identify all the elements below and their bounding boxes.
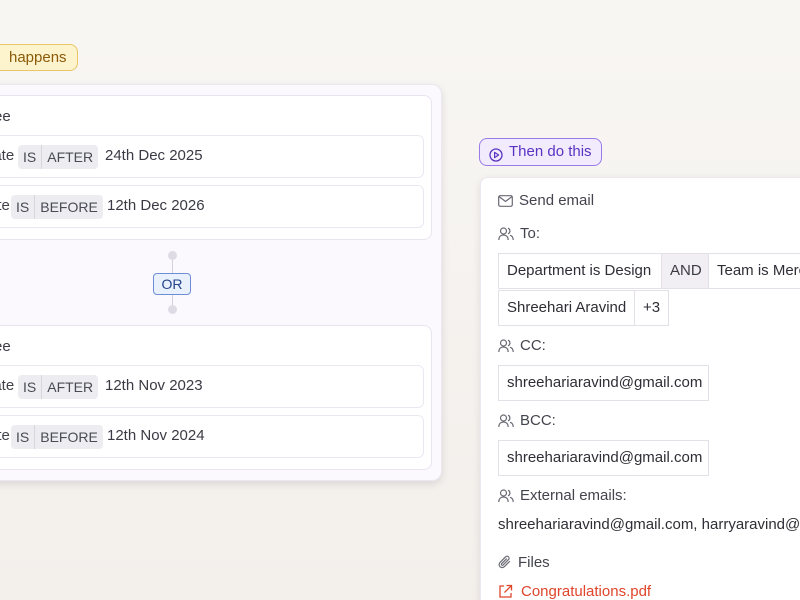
cc-email[interactable]: shreehariaravind@gmail.com xyxy=(498,365,709,401)
users-icon xyxy=(498,488,514,502)
condition-value[interactable]: 12th Dec 2026 xyxy=(107,197,205,214)
operator-chip[interactable]: IS BEFORE xyxy=(11,425,103,449)
condition-value[interactable]: 12th Nov 2024 xyxy=(107,427,205,444)
condition-row[interactable]: date IS AFTER 12th Nov 2023 xyxy=(0,365,424,408)
send-email-title: Send email xyxy=(498,192,594,209)
then-label: Then do this xyxy=(509,143,592,160)
condition-group: ee date IS AFTER 12th Nov 2023 ate IS BE… xyxy=(0,325,432,470)
external-link-icon xyxy=(499,584,513,598)
condition-field: date xyxy=(0,377,15,394)
attachment-filename: Congratulations.pdf xyxy=(521,583,652,600)
users-icon xyxy=(498,338,514,352)
paperclip-icon xyxy=(498,555,511,569)
operator-comparison: BEFORE xyxy=(40,199,98,215)
operator-is: IS xyxy=(23,379,37,395)
more-recipients-button[interactable]: +3 xyxy=(634,290,669,326)
recipient-person[interactable]: Shreehari Aravind xyxy=(498,290,635,326)
condition-group: ee date IS AFTER 24th Dec 2025 ate IS BE… xyxy=(0,95,432,240)
bcc-section-title: BCC: xyxy=(498,412,556,429)
operator-comparison: AFTER xyxy=(47,379,94,395)
operator-is: IS xyxy=(16,429,30,445)
condition-value[interactable]: 24th Dec 2025 xyxy=(105,147,203,164)
attachment-link[interactable]: Congratulations.pdf xyxy=(498,583,651,600)
condition-row[interactable]: ate IS BEFORE 12th Dec 2026 xyxy=(0,185,424,228)
conditions-card: ee date IS AFTER 24th Dec 2025 ate IS BE… xyxy=(0,84,442,481)
operator-chip[interactable]: IS AFTER xyxy=(18,375,99,399)
trigger-tag[interactable]: happens xyxy=(0,44,78,71)
connector-line xyxy=(172,295,173,305)
condition-row[interactable]: ate IS BEFORE 12th Nov 2024 xyxy=(0,415,424,458)
to-section-title: To: xyxy=(498,225,540,242)
or-connector-badge[interactable]: OR xyxy=(153,273,191,295)
recipient-rule[interactable]: Team is Merc xyxy=(708,253,800,289)
operator-is: IS xyxy=(23,149,37,165)
operator-is: IS xyxy=(16,199,30,215)
operator-chip[interactable]: IS AFTER xyxy=(18,145,99,169)
rule-joiner[interactable]: AND xyxy=(661,253,709,289)
connector-dot xyxy=(168,251,177,260)
condition-field: date xyxy=(0,147,15,164)
group-label: ee xyxy=(0,338,11,355)
condition-field: ate xyxy=(0,427,10,444)
external-section-title: External emails: xyxy=(498,487,627,504)
condition-value[interactable]: 12th Nov 2023 xyxy=(105,377,203,394)
operator-comparison: AFTER xyxy=(47,149,94,165)
group-label: ee xyxy=(0,108,11,125)
connector-line xyxy=(172,260,173,273)
bcc-email[interactable]: shreehariaravind@gmail.com xyxy=(498,440,709,476)
users-icon xyxy=(498,413,514,427)
operator-comparison: BEFORE xyxy=(40,429,98,445)
bcc-label: BCC: xyxy=(520,412,556,429)
operator-chip[interactable]: IS BEFORE xyxy=(11,195,103,219)
users-icon xyxy=(498,226,514,240)
cc-label: CC: xyxy=(520,337,546,354)
mail-icon xyxy=(498,194,513,207)
cc-section-title: CC: xyxy=(498,337,546,354)
recipient-rule[interactable]: Department is Design xyxy=(498,253,662,289)
files-section-title: Files xyxy=(498,554,550,571)
condition-row[interactable]: date IS AFTER 24th Dec 2025 xyxy=(0,135,424,178)
condition-field: ate xyxy=(0,197,10,214)
files-label: Files xyxy=(518,554,550,571)
connector-dot xyxy=(168,305,177,314)
external-label: External emails: xyxy=(520,487,627,504)
external-emails-list[interactable]: shreehariaravind@gmail.com, harryaravind… xyxy=(498,516,800,533)
then-do-this-tag[interactable]: Then do this xyxy=(479,138,602,166)
action-card: Send email To: Department is Design AND … xyxy=(480,177,800,600)
play-circle-icon xyxy=(489,145,503,162)
to-label: To: xyxy=(520,225,541,242)
send-email-label: Send email xyxy=(519,192,595,209)
